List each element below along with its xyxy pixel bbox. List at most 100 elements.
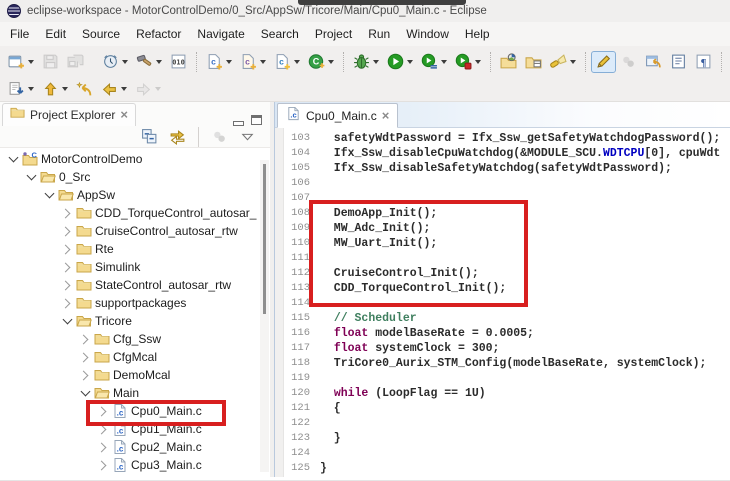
skip-breakpoints-button[interactable] bbox=[98, 51, 132, 73]
tree-scrollbar-thumb[interactable] bbox=[263, 164, 266, 314]
open-projects-button[interactable] bbox=[496, 51, 521, 73]
code-line-114[interactable]: 114 bbox=[284, 296, 730, 311]
menu-refactor[interactable]: Refactor bbox=[128, 24, 189, 44]
new-c-class-button[interactable]: c bbox=[236, 51, 270, 73]
new-c-project-button[interactable]: c bbox=[270, 51, 304, 73]
code-line-119[interactable]: 119 bbox=[284, 371, 730, 386]
new-c-source-button[interactable]: c bbox=[202, 51, 236, 73]
code-line-121[interactable]: 121 { bbox=[284, 401, 730, 416]
menu-source[interactable]: Source bbox=[74, 24, 128, 44]
build-project-button[interactable]: C bbox=[304, 51, 338, 73]
tree-item-demomcal[interactable]: DemoMcal bbox=[0, 366, 270, 384]
show-whitespace-toggle[interactable]: ¶ bbox=[691, 51, 716, 73]
menu-window[interactable]: Window bbox=[398, 24, 457, 44]
code-line-103[interactable]: 103 safetyWdtPassword = Ifx_Ssw_getSafet… bbox=[284, 131, 730, 146]
dropdown-caret-icon[interactable] bbox=[260, 60, 266, 64]
code-line-112[interactable]: 112 CruiseControl_Init(); bbox=[284, 266, 730, 281]
dropdown-caret-icon[interactable] bbox=[294, 60, 300, 64]
tree-item-tricore[interactable]: Tricore bbox=[0, 312, 270, 330]
dropdown-caret-icon[interactable] bbox=[28, 87, 34, 91]
forward-button[interactable] bbox=[131, 78, 165, 100]
code-line-116[interactable]: 116 float modelBaseRate = 0.0005; bbox=[284, 326, 730, 341]
open-element-button[interactable] bbox=[641, 51, 666, 73]
dropdown-caret-icon[interactable] bbox=[373, 60, 379, 64]
profile-button[interactable] bbox=[451, 51, 485, 73]
code-line-104[interactable]: 104 Ifx_Ssw_disableCpuWatchdog(&MODULE_S… bbox=[284, 146, 730, 161]
open-archive-button[interactable] bbox=[521, 51, 546, 73]
tree-item-supportpackages[interactable]: supportpackages bbox=[0, 294, 270, 312]
code-lines[interactable]: 103 safetyWdtPassword = Ifx_Ssw_getSafet… bbox=[284, 128, 730, 477]
maximize-view-button[interactable] bbox=[251, 115, 262, 125]
expander-collapsed-icon[interactable] bbox=[60, 296, 74, 310]
menu-help[interactable]: Help bbox=[457, 24, 498, 44]
tree-item-main[interactable]: Main bbox=[0, 384, 270, 402]
expander-collapsed-icon[interactable] bbox=[78, 350, 92, 364]
dropdown-caret-icon[interactable] bbox=[328, 60, 334, 64]
dropdown-caret-icon[interactable] bbox=[570, 60, 576, 64]
code-line-109[interactable]: 109 MW_Adc_Init(); bbox=[284, 221, 730, 236]
new-wizard-button[interactable] bbox=[4, 51, 38, 73]
tree-item-cpu2-main-c[interactable]: .cCpu2_Main.c bbox=[0, 438, 270, 456]
binary-file-button[interactable]: 010 bbox=[166, 51, 191, 73]
dropdown-caret-icon[interactable] bbox=[122, 60, 128, 64]
tree-item-statecontrol-autosar-rtw[interactable]: StateControl_autosar_rtw bbox=[0, 276, 270, 294]
build-button[interactable] bbox=[132, 51, 166, 73]
code-line-124[interactable]: 124 bbox=[284, 446, 730, 461]
expander-collapsed-icon[interactable] bbox=[60, 278, 74, 292]
coverage-button[interactable] bbox=[417, 51, 451, 73]
dropdown-caret-icon[interactable] bbox=[156, 60, 162, 64]
dropdown-caret-icon[interactable] bbox=[226, 60, 232, 64]
back-button[interactable] bbox=[97, 78, 131, 100]
debug-button[interactable] bbox=[349, 51, 383, 73]
dropdown-caret-icon[interactable] bbox=[28, 60, 34, 64]
expander-expanded-icon[interactable] bbox=[42, 188, 56, 202]
tree-item-simulink[interactable]: Simulink bbox=[0, 258, 270, 276]
expander-collapsed-icon[interactable] bbox=[60, 260, 74, 274]
code-line-115[interactable]: 115 // Scheduler bbox=[284, 311, 730, 326]
code-line-105[interactable]: 105 Ifx_Ssw_disableSafetyWatchdog(safety… bbox=[284, 161, 730, 176]
tab-cpu0-main-c[interactable]: .c Cpu0_Main.c × bbox=[277, 103, 398, 128]
code-line-123[interactable]: 123 } bbox=[284, 431, 730, 446]
expander-expanded-icon[interactable] bbox=[78, 386, 92, 400]
filters-button[interactable] bbox=[616, 51, 641, 73]
tab-project-explorer[interactable]: Project Explorer × bbox=[2, 103, 136, 126]
expander-collapsed-icon[interactable] bbox=[96, 440, 110, 454]
tree-item-0-src[interactable]: 0_Src bbox=[0, 168, 270, 186]
expander-collapsed-icon[interactable] bbox=[60, 242, 74, 256]
tree-scrollbar[interactable] bbox=[260, 160, 269, 472]
code-line-113[interactable]: 113 CDD_TorqueControl_Init(); bbox=[284, 281, 730, 296]
expander-collapsed-icon[interactable] bbox=[96, 458, 110, 472]
code-editor[interactable]: 103 safetyWdtPassword = Ifx_Ssw_getSafet… bbox=[275, 128, 730, 477]
expander-collapsed-icon[interactable] bbox=[96, 404, 110, 418]
dropdown-caret-icon[interactable] bbox=[475, 60, 481, 64]
save-all-button[interactable] bbox=[63, 51, 88, 73]
menu-search[interactable]: Search bbox=[253, 24, 307, 44]
tree-item-cruisecontrol-autosar-rtw[interactable]: CruiseControl_autosar_rtw bbox=[0, 222, 270, 240]
next-annotation-button[interactable] bbox=[4, 78, 38, 100]
save-button[interactable] bbox=[38, 51, 63, 73]
dropdown-caret-icon[interactable] bbox=[441, 60, 447, 64]
menu-project[interactable]: Project bbox=[307, 24, 360, 44]
collapse-all-button[interactable] bbox=[137, 126, 162, 148]
tree-item-motorcontroldemo[interactable]: CMotorControlDemo bbox=[0, 150, 270, 168]
menu-file[interactable]: File bbox=[2, 24, 37, 44]
code-line-110[interactable]: 110 MW_Uart_Init(); bbox=[284, 236, 730, 251]
expander-expanded-icon[interactable] bbox=[6, 152, 20, 166]
code-line-108[interactable]: 108 DemoApp_Init(); bbox=[284, 206, 730, 221]
tree-item-cdd-torquecontrol-autosar[interactable]: CDD_TorqueControl_autosar_ bbox=[0, 204, 270, 222]
expander-expanded-icon[interactable] bbox=[24, 170, 38, 184]
expander-collapsed-icon[interactable] bbox=[78, 368, 92, 382]
menu-navigate[interactable]: Navigate bbox=[189, 24, 252, 44]
search-button[interactable] bbox=[546, 51, 580, 73]
tree-item-cfgmcal[interactable]: CfgMcal bbox=[0, 348, 270, 366]
tree-item-cpu3-main-c[interactable]: .cCpu3_Main.c bbox=[0, 456, 270, 474]
expander-expanded-icon[interactable] bbox=[60, 314, 74, 328]
last-edit-location-button[interactable] bbox=[72, 78, 97, 100]
dropdown-caret-icon[interactable] bbox=[62, 87, 68, 91]
expander-collapsed-icon[interactable] bbox=[78, 332, 92, 346]
tree-item-rte[interactable]: Rte bbox=[0, 240, 270, 258]
view-filters-button[interactable] bbox=[207, 126, 232, 148]
link-with-editor-button[interactable] bbox=[165, 126, 190, 148]
expander-collapsed-icon[interactable] bbox=[60, 206, 74, 220]
tree-item-cfg-ssw[interactable]: Cfg_Ssw bbox=[0, 330, 270, 348]
